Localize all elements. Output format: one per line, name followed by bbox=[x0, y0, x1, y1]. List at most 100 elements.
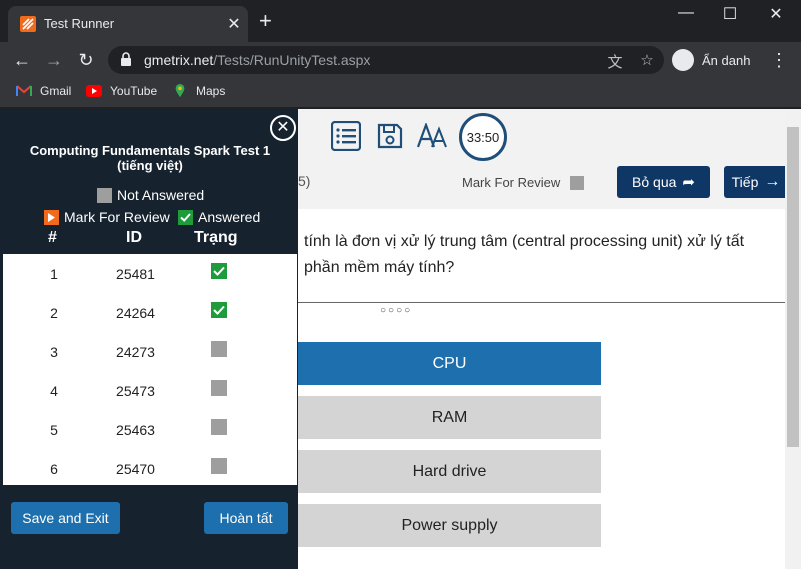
answer-option-power-supply[interactable]: Power supply bbox=[298, 504, 601, 547]
answer-label: Power supply bbox=[401, 516, 498, 534]
bookmark-gmail[interactable]: Gmail bbox=[16, 84, 71, 98]
address-bar[interactable]: gmetrix.net/Tests/RunUnityTest.aspx 文 ☆ bbox=[108, 46, 664, 74]
timer: 33:50 bbox=[459, 113, 507, 161]
panel-title-line: (tiếng việt) bbox=[117, 158, 183, 173]
divider bbox=[298, 302, 785, 303]
maps-icon bbox=[175, 84, 185, 98]
question-number: 5) bbox=[298, 173, 311, 189]
question-text-line: phần mềm máy tính? bbox=[304, 259, 455, 276]
question-row[interactable]: 6 25470 bbox=[3, 449, 297, 485]
tab-title: Test Runner bbox=[44, 16, 115, 31]
save-and-exit-label: Save and Exit bbox=[22, 510, 109, 526]
row-number: 3 bbox=[50, 344, 58, 360]
bookmarks-bar: Gmail YouTube Maps bbox=[0, 78, 801, 108]
legend-label: Mark For Review bbox=[64, 209, 170, 225]
scrollbar-thumb[interactable] bbox=[787, 127, 799, 447]
row-id: 24264 bbox=[116, 305, 155, 321]
answer-option-ram[interactable]: RAM bbox=[298, 396, 601, 439]
question-list[interactable]: 1 25481 2 24264 3 24273 4 25473 5 25463 … bbox=[3, 254, 297, 485]
bookmark-label: Gmail bbox=[40, 84, 72, 98]
mark-for-review-label: Mark For Review bbox=[462, 175, 561, 190]
forward-arrow-icon[interactable]: → bbox=[42, 48, 66, 72]
bookmark-label: Maps bbox=[196, 84, 226, 98]
legend-label: Answered bbox=[198, 209, 261, 225]
tab-close-icon[interactable]: ✕ bbox=[224, 14, 244, 34]
not-answered-square-icon bbox=[211, 341, 227, 357]
bookmark-maps[interactable]: Maps bbox=[172, 84, 225, 98]
next-button[interactable]: Tiếp → bbox=[724, 166, 788, 198]
column-header-id: ID bbox=[126, 229, 142, 246]
drag-handle[interactable]: ○○○○ bbox=[380, 305, 412, 316]
answered-check-icon bbox=[211, 302, 227, 318]
row-number: 1 bbox=[50, 266, 58, 282]
panel-title-line: Computing Fundamentals Spark Test 1 bbox=[29, 143, 271, 158]
minimize-icon[interactable]: — bbox=[664, 4, 708, 24]
not-answered-square-icon bbox=[97, 187, 112, 203]
finish-button[interactable]: Hoàn tất bbox=[204, 502, 288, 534]
legend-label: Not Answered bbox=[117, 187, 205, 203]
row-id: 25463 bbox=[116, 422, 155, 438]
question-row[interactable]: 1 25481 bbox=[3, 254, 297, 293]
row-id: 25473 bbox=[116, 383, 155, 399]
skip-label: Bỏ qua bbox=[632, 174, 677, 190]
browser-toolbar: ← → ↻ gmetrix.net/Tests/RunUnityTest.asp… bbox=[0, 42, 801, 78]
answer-label: RAM bbox=[431, 408, 468, 426]
panel-close-icon[interactable]: ✕ bbox=[270, 115, 296, 141]
legend-not-answered: Not Answered bbox=[97, 187, 204, 203]
test-runner-favicon-icon bbox=[20, 16, 36, 32]
row-id: 25470 bbox=[116, 461, 155, 477]
legend-mark-review: Mark For Review bbox=[44, 209, 170, 225]
answer-label: Hard drive bbox=[412, 462, 487, 480]
not-answered-square-icon bbox=[211, 419, 227, 435]
row-number: 5 bbox=[50, 422, 58, 438]
browser-menu-icon[interactable]: ⋮ bbox=[770, 50, 788, 71]
row-number: 6 bbox=[50, 461, 58, 477]
row-number: 4 bbox=[50, 383, 58, 399]
bookmark-star-icon[interactable]: ☆ bbox=[638, 51, 656, 69]
save-and-exit-button[interactable]: Save and Exit bbox=[11, 502, 120, 534]
answer-label: CPU bbox=[432, 354, 467, 372]
mark-for-review-checkbox[interactable] bbox=[570, 175, 585, 190]
bookmark-label: YouTube bbox=[110, 84, 158, 98]
url-host: gmetrix.net bbox=[144, 52, 214, 68]
save-icon[interactable] bbox=[377, 123, 403, 149]
browser-tab-bar: Test Runner ✕ + — ☐ ✕ bbox=[0, 0, 801, 42]
new-tab-icon[interactable]: + bbox=[259, 10, 272, 32]
translate-icon[interactable]: 文 bbox=[606, 51, 624, 71]
question-text: tính là đơn vị xử lý trung tâm (central … bbox=[304, 229, 784, 281]
question-row[interactable]: 2 24264 bbox=[3, 293, 297, 332]
incognito-profile-button[interactable]: Ẩn danh bbox=[672, 47, 750, 73]
question-row[interactable]: 5 25463 bbox=[3, 410, 297, 449]
checkmark-icon bbox=[178, 209, 193, 225]
column-header-number: # bbox=[48, 229, 57, 246]
question-row[interactable]: 4 25473 bbox=[3, 371, 297, 410]
column-header-status: Trạng bbox=[194, 229, 238, 246]
skip-button[interactable]: Bỏ qua ➦ bbox=[617, 166, 710, 198]
question-text-line: tính là đơn vị xử lý trung tâm (central … bbox=[304, 233, 745, 250]
right-arrow-icon: → bbox=[764, 173, 781, 190]
question-row[interactable]: 3 24273 bbox=[3, 332, 297, 371]
lock-icon bbox=[121, 52, 131, 66]
youtube-icon bbox=[86, 85, 102, 97]
answer-option-hard-drive[interactable]: Hard drive bbox=[298, 450, 601, 493]
flag-icon bbox=[44, 209, 59, 225]
bookmark-youtube[interactable]: YouTube bbox=[86, 84, 157, 98]
incognito-icon bbox=[672, 49, 694, 71]
gmail-icon bbox=[16, 85, 32, 96]
next-label: Tiếp bbox=[731, 174, 759, 190]
question-review-panel: ✕ Computing Fundamentals Spark Test 1 (t… bbox=[0, 109, 298, 569]
window-close-icon[interactable]: ✕ bbox=[754, 4, 798, 24]
reload-icon[interactable]: ↻ bbox=[74, 48, 98, 72]
font-size-icon[interactable] bbox=[417, 123, 449, 149]
answer-option-cpu[interactable]: CPU bbox=[298, 342, 601, 385]
question-list-icon[interactable] bbox=[331, 121, 361, 151]
not-answered-square-icon bbox=[211, 458, 227, 474]
maximize-icon[interactable]: ☐ bbox=[708, 4, 752, 24]
row-id: 24273 bbox=[116, 344, 155, 360]
back-arrow-icon[interactable]: ← bbox=[10, 48, 34, 72]
profile-label: Ẩn danh bbox=[702, 52, 751, 68]
browser-tab[interactable]: Test Runner ✕ bbox=[8, 6, 248, 42]
mark-for-review-toggle[interactable]: Mark For Review bbox=[462, 175, 585, 190]
share-arrow-icon: ➦ bbox=[682, 174, 695, 191]
answered-check-icon bbox=[211, 263, 227, 279]
